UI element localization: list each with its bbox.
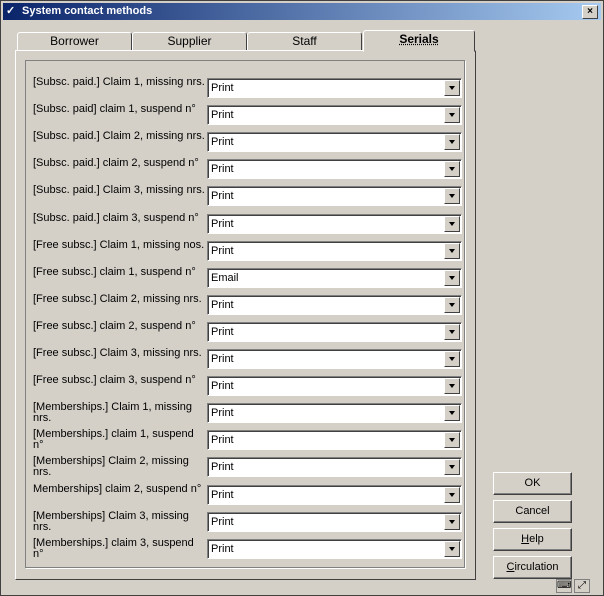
row-label: [Subsc. paid.] claim 3, suspend n° bbox=[33, 213, 199, 224]
row-label: [Subsc. paid.] Claim 3, missing nrs. bbox=[33, 185, 205, 196]
tab-label: Borrower bbox=[50, 34, 99, 48]
chevron-down-icon[interactable] bbox=[444, 161, 460, 177]
tab-staff[interactable]: Staff bbox=[247, 32, 362, 50]
chevron-down-icon[interactable] bbox=[444, 405, 460, 421]
row-label: [Subsc. paid.] claim 2, suspend n° bbox=[33, 158, 199, 169]
contact-method-select[interactable]: Print bbox=[207, 159, 462, 179]
tab-label: Staff bbox=[292, 34, 317, 48]
tab-serials[interactable]: Serials bbox=[363, 30, 475, 52]
row-label: [Free subsc.] claim 2, suspend n° bbox=[33, 321, 196, 332]
chevron-down-icon[interactable] bbox=[444, 297, 460, 313]
contact-method-select[interactable]: Print bbox=[207, 214, 462, 234]
tab-label: Serials bbox=[399, 32, 439, 46]
select-value: Print bbox=[211, 82, 234, 94]
row-label: [Free subsc.] Claim 3, missing nrs. bbox=[33, 348, 202, 359]
circulation-label: irculation bbox=[514, 561, 559, 573]
contact-method-select[interactable]: Print bbox=[207, 186, 462, 206]
circulation-button[interactable]: Circulation bbox=[493, 556, 572, 579]
row-label: [Memberships.] claim 1, suspend n° bbox=[33, 429, 194, 451]
select-value: Print bbox=[211, 434, 234, 446]
row-label: [Free subsc.] Claim 1, missing nos. bbox=[33, 240, 205, 251]
contact-method-select[interactable]: Print bbox=[207, 132, 462, 152]
contact-method-select[interactable]: Print bbox=[207, 485, 462, 505]
row-label: [Subsc. paid.] Claim 1, missing nrs. bbox=[33, 77, 205, 88]
chevron-down-icon[interactable] bbox=[444, 514, 460, 530]
contact-method-select[interactable]: Print bbox=[207, 403, 462, 423]
contact-method-select[interactable]: Print bbox=[207, 539, 462, 559]
row-label: [Memberships.] claim 3, suspend n° bbox=[33, 538, 194, 560]
row-label: [Subsc. paid] claim 1, suspend n° bbox=[33, 104, 196, 115]
select-value: Email bbox=[211, 272, 239, 284]
keyboard-icon: ⌨ bbox=[556, 579, 572, 593]
select-value: Print bbox=[211, 516, 234, 528]
serials-tab-panel: [Subsc. paid.] Claim 1, missing nrs. Prin… bbox=[15, 50, 476, 580]
tab-borrower[interactable]: Borrower bbox=[17, 32, 132, 50]
chevron-down-icon[interactable] bbox=[444, 432, 460, 448]
contact-method-select[interactable]: Print bbox=[207, 295, 462, 315]
row-label: [Free subsc.] Claim 2, missing nrs. bbox=[33, 294, 202, 305]
select-value: Print bbox=[211, 136, 234, 148]
cancel-button[interactable]: Cancel bbox=[493, 500, 572, 523]
select-value: Print bbox=[211, 543, 234, 555]
chevron-down-icon[interactable] bbox=[444, 324, 460, 340]
tab-supplier[interactable]: Supplier bbox=[132, 32, 247, 50]
select-value: Print bbox=[211, 245, 234, 257]
contact-method-select[interactable]: Print bbox=[207, 376, 462, 396]
chevron-down-icon[interactable] bbox=[444, 134, 460, 150]
chevron-down-icon[interactable] bbox=[444, 243, 460, 259]
resize-grip-icon[interactable]: ⤢ bbox=[574, 579, 590, 593]
title-bar[interactable]: ✓ System contact methods × bbox=[3, 3, 601, 20]
chevron-down-icon[interactable] bbox=[444, 107, 460, 123]
help-label: elp bbox=[529, 533, 544, 545]
select-value: Print bbox=[211, 326, 234, 338]
chevron-down-icon[interactable] bbox=[444, 216, 460, 232]
tab-label: Supplier bbox=[167, 34, 212, 48]
contact-method-select[interactable]: Email bbox=[207, 268, 462, 288]
row-label: [Subsc. paid.] Claim 2, missing nrs. bbox=[33, 131, 205, 142]
select-value: Print bbox=[211, 299, 234, 311]
contact-method-select[interactable]: Print bbox=[207, 457, 462, 477]
row-label: [Free subsc.] claim 1, suspend n° bbox=[33, 267, 196, 278]
contact-method-select[interactable]: Print bbox=[207, 105, 462, 125]
chevron-down-icon[interactable] bbox=[444, 541, 460, 557]
contact-method-select[interactable]: Print bbox=[207, 430, 462, 450]
chevron-down-icon[interactable] bbox=[444, 188, 460, 204]
select-value: Print bbox=[211, 163, 234, 175]
contact-method-select[interactable]: Print bbox=[207, 512, 462, 532]
dialog-window: ✓ System contact methods × Borrower Suppl… bbox=[0, 0, 604, 596]
contact-method-select[interactable]: Print bbox=[207, 241, 462, 261]
row-label: [Free subsc.] claim 3, suspend n° bbox=[33, 375, 196, 386]
select-value: Print bbox=[211, 489, 234, 501]
chevron-down-icon[interactable] bbox=[444, 487, 460, 503]
chevron-down-icon[interactable] bbox=[444, 80, 460, 96]
select-value: Print bbox=[211, 380, 234, 392]
row-label: Memberships] claim 2, suspend n° bbox=[33, 484, 202, 495]
ok-button[interactable]: OK bbox=[493, 472, 572, 495]
app-icon: ✓ bbox=[6, 5, 16, 17]
chevron-down-icon[interactable] bbox=[444, 378, 460, 394]
row-label: [Memberships] Claim 2, missing nrs. bbox=[33, 456, 189, 478]
row-label: [Memberships.] Claim 1, missing nrs. bbox=[33, 402, 192, 424]
chevron-down-icon[interactable] bbox=[444, 459, 460, 475]
contact-method-select[interactable]: Print bbox=[207, 349, 462, 369]
select-value: Print bbox=[211, 353, 234, 365]
help-button[interactable]: Help bbox=[493, 528, 572, 551]
row-label: [Memberships] Claim 3, missing nrs. bbox=[33, 511, 189, 533]
contact-method-select[interactable]: Print bbox=[207, 322, 462, 342]
close-button[interactable]: × bbox=[582, 5, 598, 19]
select-value: Print bbox=[211, 407, 234, 419]
select-value: Print bbox=[211, 109, 234, 121]
select-value: Print bbox=[211, 461, 234, 473]
select-value: Print bbox=[211, 218, 234, 230]
chevron-down-icon[interactable] bbox=[444, 270, 460, 286]
chevron-down-icon[interactable] bbox=[444, 351, 460, 367]
help-accelerator: H bbox=[521, 533, 530, 545]
contact-method-select[interactable]: Print bbox=[207, 78, 462, 98]
window-title: System contact methods bbox=[22, 5, 153, 17]
status-bar-icons: ⌨ ⤢ bbox=[556, 579, 592, 593]
select-value: Print bbox=[211, 190, 234, 202]
